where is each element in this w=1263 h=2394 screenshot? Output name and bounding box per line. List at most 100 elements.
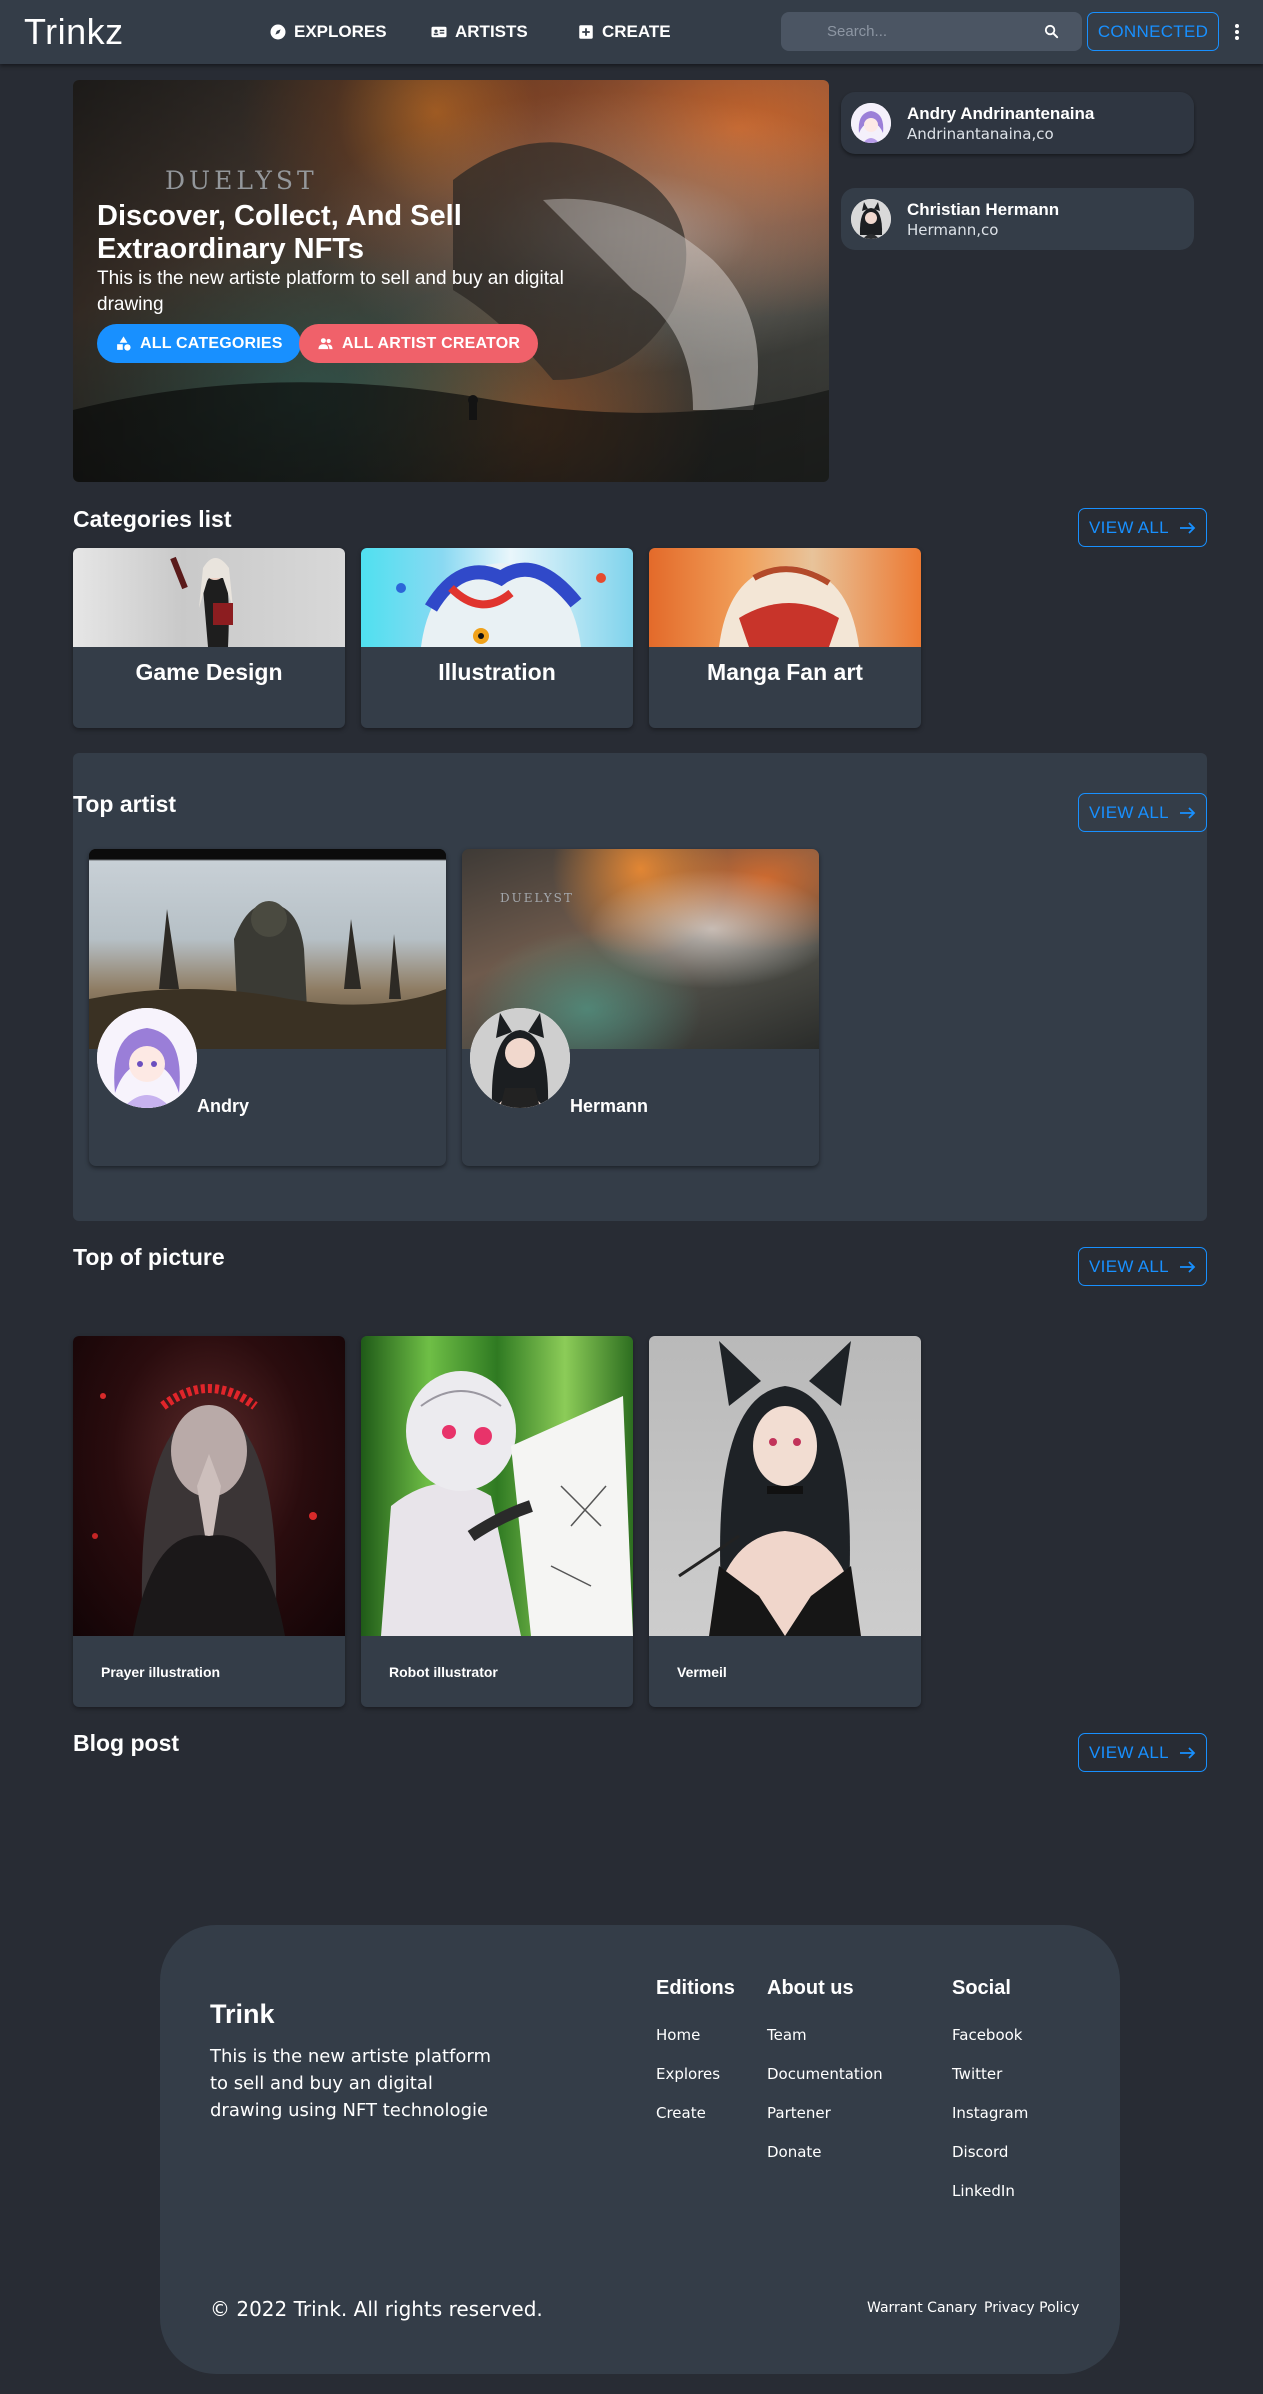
footer-copyright: © 2022 Trink. All rights reserved. — [210, 2297, 543, 2321]
all-artist-creator-button[interactable]: ALL ARTIST CREATOR — [299, 324, 539, 363]
artist-name: Hermann — [570, 1096, 649, 1116]
artist-avatar — [97, 1008, 197, 1108]
picture-caption: Prayer illustration — [101, 1664, 221, 1680]
footer-link-documentation[interactable]: Documentation — [767, 2064, 883, 2084]
footer-link-explores[interactable]: Explores — [656, 2064, 735, 2084]
footer-description: This is the new artiste platform to sell… — [210, 2046, 491, 2121]
hero-subtitle: This is the new artiste platform to sell… — [97, 268, 564, 315]
category-label: Manga Fan art — [707, 659, 863, 685]
add-box-icon — [579, 25, 593, 39]
categories-view-all-button[interactable]: VIEW ALL — [1078, 508, 1207, 547]
user-card-hermann[interactable]: Christian Hermann Hermann,co — [841, 188, 1194, 250]
picture-image — [649, 1336, 921, 1636]
footer-column-title: About us — [767, 1977, 854, 1999]
user-name: Christian Hermann — [907, 199, 1060, 219]
nav-create-label: CREATE — [602, 22, 671, 41]
site-footer: Trink This is the new artiste platform t… — [160, 1925, 1120, 2374]
blog-section-title: Blog post — [73, 1730, 180, 1756]
user-name: Andry Andrinantenaina — [907, 103, 1095, 123]
all-artist-creator-label: ALL ARTIST CREATOR — [342, 334, 521, 352]
footer-link-donate[interactable]: Donate — [767, 2142, 883, 2162]
footer-link-privacy-policy[interactable]: Privacy Policy — [984, 2300, 1079, 2316]
picture-caption: Robot illustrator — [389, 1664, 498, 1680]
picture-artwork — [381, 1371, 633, 1636]
footer-link-instagram[interactable]: Instagram — [952, 2103, 1028, 2123]
search-icon[interactable] — [1043, 23, 1060, 40]
avatar-image — [470, 1008, 570, 1108]
footer-column-title: Editions — [656, 1977, 735, 1999]
top-picture-view-all-button[interactable]: VIEW ALL — [1078, 1247, 1207, 1286]
user-card-andry[interactable]: Andry Andrinantenaina Andrinantanaina,co — [841, 92, 1194, 154]
blog-view-all-button[interactable]: VIEW ALL — [1078, 1733, 1207, 1772]
avatar-image — [851, 199, 891, 239]
artist-avatar — [470, 1008, 570, 1108]
categories-section-title: Categories list — [73, 506, 232, 532]
category-artwork — [396, 562, 606, 647]
footer-about-column: About us Team Documentation Partener Don… — [767, 1977, 883, 2181]
category-card-manga-fan-art[interactable]: Manga Fan art — [649, 548, 921, 728]
view-all-label: VIEW ALL — [1089, 517, 1169, 537]
picture-caption: Vermeil — [677, 1664, 727, 1680]
footer-brand: Trink — [210, 1999, 275, 2029]
avatar-image — [97, 1008, 197, 1108]
arrow-right-icon — [1179, 1260, 1196, 1273]
nav-artists-label: ARTISTS — [455, 22, 528, 41]
footer-editions-column: Editions Home Explores Create — [656, 1977, 735, 2142]
picture-card-prayer[interactable]: Prayer illustration — [73, 1336, 345, 1707]
category-card-game-design[interactable]: Game Design — [73, 548, 345, 728]
view-all-label: VIEW ALL — [1089, 802, 1169, 822]
category-label: Illustration — [438, 659, 556, 685]
search-input[interactable] — [827, 23, 1047, 40]
category-image — [73, 548, 345, 647]
avatar — [851, 199, 891, 239]
footer-link-facebook[interactable]: Facebook — [952, 2025, 1028, 2045]
picture-card-robot[interactable]: Robot illustrator — [361, 1336, 633, 1707]
footer-link-discord[interactable]: Discord — [952, 2142, 1028, 2162]
category-artwork — [719, 566, 859, 647]
all-categories-label: ALL CATEGORIES — [140, 334, 283, 352]
picture-card-vermeil[interactable]: Vermeil — [649, 1336, 921, 1707]
artist-name: Andry — [197, 1096, 250, 1116]
nav-artists[interactable]: ARTISTS — [430, 20, 528, 44]
id-card-icon — [431, 26, 447, 38]
footer-column-title: Social — [952, 1977, 1011, 1999]
view-all-label: VIEW ALL — [1089, 1742, 1169, 1762]
brand-logo[interactable]: Trinkz — [24, 11, 124, 53]
more-vert-icon[interactable] — [1229, 21, 1245, 43]
footer-link-partener[interactable]: Partener — [767, 2103, 883, 2123]
avatar — [851, 103, 891, 143]
user-handle: Hermann,co — [907, 220, 999, 239]
top-artist-section-title: Top artist — [73, 791, 177, 817]
picture-image — [361, 1336, 633, 1636]
artist-card-andry[interactable]: Andry — [89, 849, 446, 1166]
category-image — [649, 548, 921, 647]
avatar-image — [851, 103, 891, 143]
footer-link-team[interactable]: Team — [767, 2025, 883, 2045]
top-artist-view-all-button[interactable]: VIEW ALL — [1078, 793, 1207, 832]
hero-banner: DUELYST Discover, Collect, And Sell Extr… — [73, 80, 829, 482]
footer-link-create[interactable]: Create — [656, 2103, 735, 2123]
picture-artwork — [678, 1341, 861, 1636]
user-handle: Andrinantanaina,co — [907, 124, 1054, 143]
footer-link-home[interactable]: Home — [656, 2025, 735, 2045]
footer-link-linkedin[interactable]: LinkedIn — [952, 2181, 1028, 2201]
artist-cover-logo: DUELYST — [500, 891, 574, 905]
view-all-label: VIEW ALL — [1089, 1256, 1169, 1276]
nav-create[interactable]: CREATE — [577, 20, 671, 44]
footer-link-warrant-canary[interactable]: Warrant Canary — [867, 2300, 977, 2316]
artist-card-hermann[interactable]: DUELYST Hermann — [462, 849, 819, 1166]
arrow-right-icon — [1179, 521, 1196, 534]
category-card-illustration[interactable]: Illustration — [361, 548, 633, 728]
all-categories-button[interactable]: ALL CATEGORIES — [97, 324, 301, 363]
top-navbar: Trinkz EXPLORES ARTISTS CREATE CONNECTED — [0, 0, 1263, 64]
footer-link-twitter[interactable]: Twitter — [952, 2064, 1028, 2084]
picture-image — [73, 1336, 345, 1636]
hero-game-logo: DUELYST — [165, 166, 318, 195]
connected-button[interactable]: CONNECTED — [1087, 12, 1219, 51]
category-icon — [117, 336, 131, 351]
category-label: Game Design — [135, 659, 283, 685]
nav-explores[interactable]: EXPLORES — [269, 20, 387, 44]
arrow-right-icon — [1179, 806, 1196, 819]
footer-social-column: Social Facebook Twitter Instagram Discor… — [952, 1977, 1028, 2220]
arrow-right-icon — [1179, 1746, 1196, 1759]
